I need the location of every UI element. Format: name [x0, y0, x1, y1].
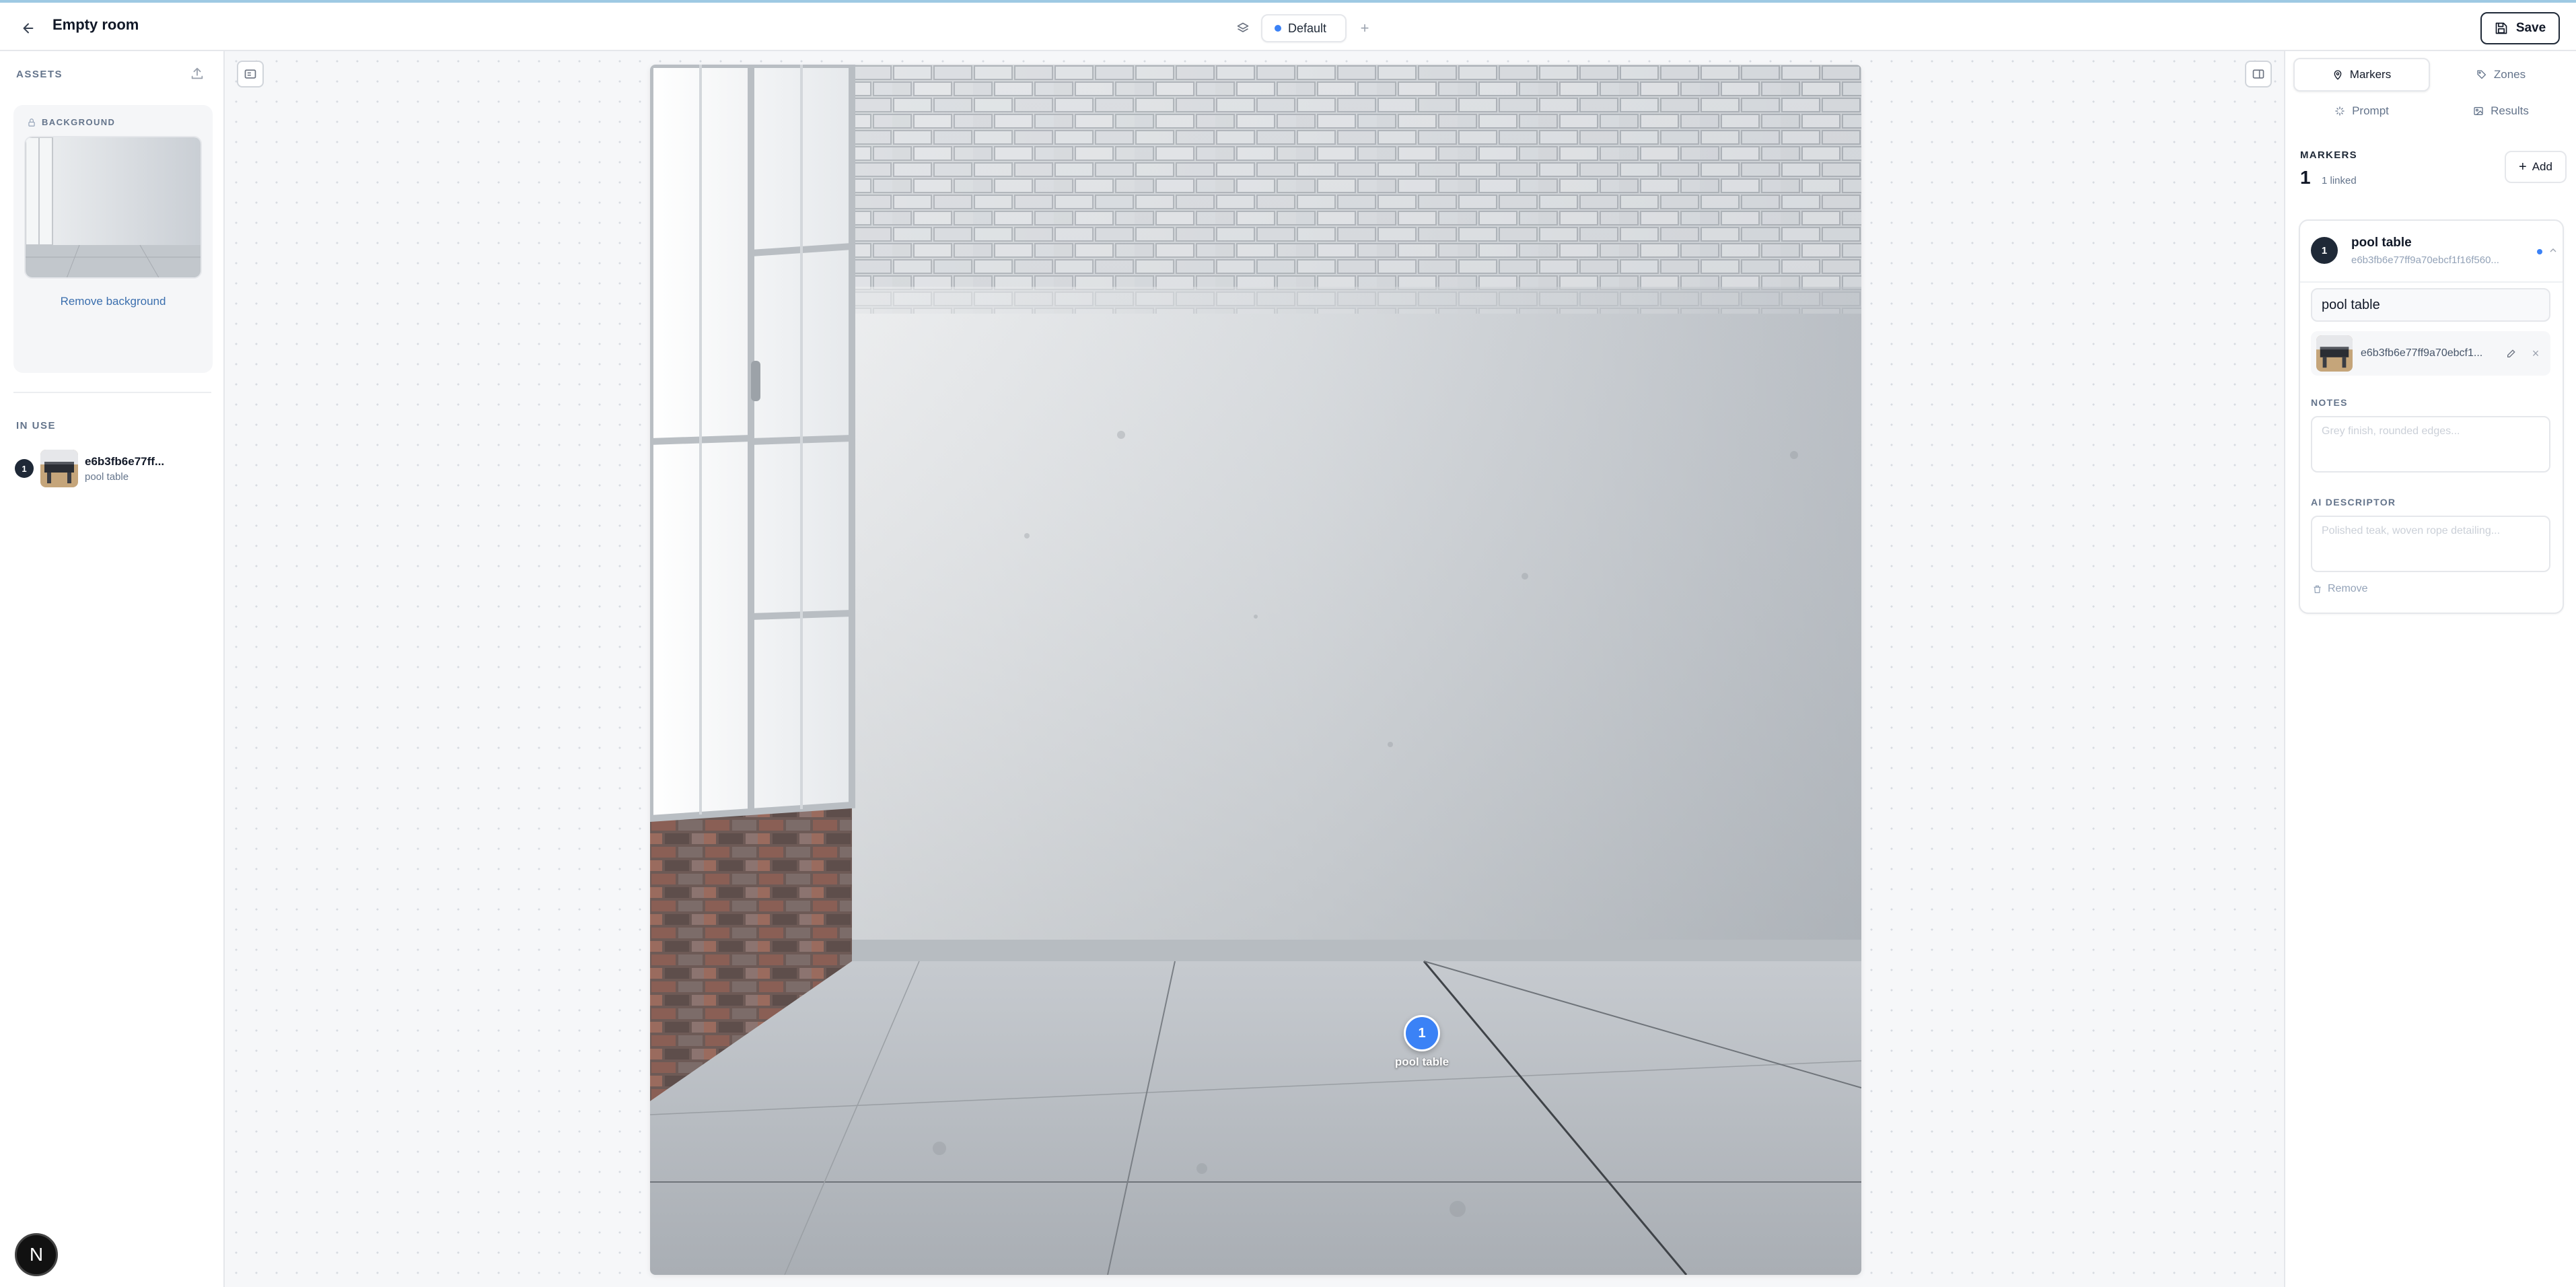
- markers-count: 1: [2300, 167, 2311, 188]
- inspector-tabs: Markers Zones Prompt Results: [2293, 58, 2569, 128]
- sparkles-icon: [2335, 106, 2345, 116]
- layers-icon[interactable]: [1234, 20, 1252, 37]
- variant-group: Default +: [1234, 14, 1373, 42]
- close-icon[interactable]: ×: [2528, 345, 2544, 361]
- notes-label: NOTES: [2311, 397, 2348, 408]
- page-title: Empty room: [52, 16, 139, 33]
- toggle-right-panel-button[interactable]: [2245, 61, 2272, 88]
- save-button[interactable]: Save: [2480, 12, 2560, 44]
- in-use-text: e6b3fb6e77ff... pool table: [85, 455, 164, 483]
- tab-zones[interactable]: Zones: [2433, 58, 2569, 92]
- marker-title: pool table: [2351, 236, 2412, 250]
- toggle-left-panel-button[interactable]: [237, 61, 264, 88]
- user-avatar[interactable]: N: [15, 1233, 58, 1276]
- assets-panel: ASSETS BACKGROUND Remove background IN U…: [0, 51, 225, 1287]
- in-use-subtitle: pool table: [85, 471, 129, 483]
- upload-icon[interactable]: [190, 66, 207, 83]
- plus-icon: +: [2519, 160, 2527, 174]
- marker-card: 1 pool table e6b3fb6e77ff9a70ebcf1f16f56…: [2299, 219, 2564, 614]
- marker-number-badge: 1: [2311, 237, 2338, 264]
- marker-status-dot: [2537, 249, 2542, 254]
- linked-asset-row: e6b3fb6e77ff9a70ebcf1... ×: [2311, 331, 2550, 376]
- chevron-up-icon[interactable]: [2548, 245, 2560, 257]
- assets-heading: ASSETS: [16, 69, 63, 80]
- canvas-area[interactable]: 1 pool table: [226, 51, 2284, 1287]
- marker-name-input[interactable]: [2311, 288, 2550, 322]
- marker-hash: e6b3fb6e77ff9a70ebcf1f16f560...: [2351, 254, 2499, 266]
- tab-results[interactable]: Results: [2433, 94, 2569, 128]
- left-divider: [13, 392, 211, 393]
- tab-prompt[interactable]: Prompt: [2293, 94, 2430, 128]
- map-pin-icon: [2334, 70, 2342, 80]
- back-button[interactable]: [17, 18, 39, 39]
- scene-marker-label: pool table: [1394, 1055, 1450, 1068]
- tab-zones-label: Zones: [2493, 68, 2526, 81]
- save-label: Save: [2515, 21, 2546, 35]
- panel-left-icon: [244, 69, 256, 79]
- tag-icon: [2477, 70, 2486, 79]
- lock-icon: [28, 118, 35, 127]
- tab-prompt-label: Prompt: [2352, 104, 2389, 117]
- pencil-icon[interactable]: [2503, 345, 2519, 361]
- in-use-heading: IN USE: [16, 420, 57, 431]
- save-icon: [2495, 22, 2507, 34]
- image-icon: [2474, 107, 2483, 115]
- ai-descriptor-label: AI DESCRIPTOR: [2311, 497, 2396, 508]
- add-marker-button[interactable]: + Add: [2505, 151, 2567, 183]
- marker-card-header[interactable]: 1 pool table e6b3fb6e77ff9a70ebcf1f16f56…: [2311, 229, 2556, 272]
- remove-marker-button[interactable]: Remove: [2312, 583, 2368, 595]
- linked-asset-name: e6b3fb6e77ff9a70ebcf1...: [2361, 347, 2483, 359]
- in-use-item[interactable]: 1 e6b3fb6e77ff... pool table: [15, 448, 210, 489]
- background-card: BACKGROUND Remove background: [13, 105, 213, 373]
- scene-image[interactable]: [650, 65, 1861, 1275]
- markers-heading: MARKERS: [2300, 149, 2357, 161]
- pool-table-thumbnail: [40, 450, 78, 487]
- arrow-left-icon: [23, 23, 34, 34]
- variant-selector[interactable]: Default: [1261, 14, 1347, 42]
- remove-marker-label: Remove: [2328, 583, 2368, 594]
- add-marker-label: Add: [2532, 160, 2552, 173]
- inspector-panel: Markers Zones Prompt Results MARKERS 1 1…: [2284, 51, 2576, 1287]
- ai-descriptor-field[interactable]: [2311, 516, 2550, 572]
- top-bar: Empty room Default + Save: [0, 0, 2576, 51]
- notes-field[interactable]: [2311, 416, 2550, 473]
- tab-results-label: Results: [2491, 104, 2529, 117]
- background-label: BACKGROUND: [42, 117, 116, 127]
- remove-background-link[interactable]: Remove background: [13, 295, 213, 308]
- trash-icon: [2314, 585, 2321, 593]
- in-use-number-badge: 1: [15, 459, 34, 478]
- variant-label: Default: [1288, 21, 1327, 35]
- background-label-row: BACKGROUND: [27, 117, 115, 127]
- tab-markers-label: Markers: [2349, 68, 2392, 81]
- background-thumbnail[interactable]: [24, 136, 202, 279]
- linked-count: 1 linked: [2322, 175, 2357, 186]
- tab-markers[interactable]: Markers: [2293, 58, 2430, 92]
- variant-dot: [1275, 25, 1281, 32]
- scene-marker[interactable]: 1: [1404, 1015, 1440, 1051]
- add-variant-button[interactable]: +: [1356, 20, 1373, 37]
- in-use-title: e6b3fb6e77ff...: [85, 454, 165, 468]
- panel-right-icon: [2252, 69, 2264, 79]
- marker-card-divider: [2300, 281, 2563, 283]
- linked-asset-thumbnail: [2316, 335, 2353, 372]
